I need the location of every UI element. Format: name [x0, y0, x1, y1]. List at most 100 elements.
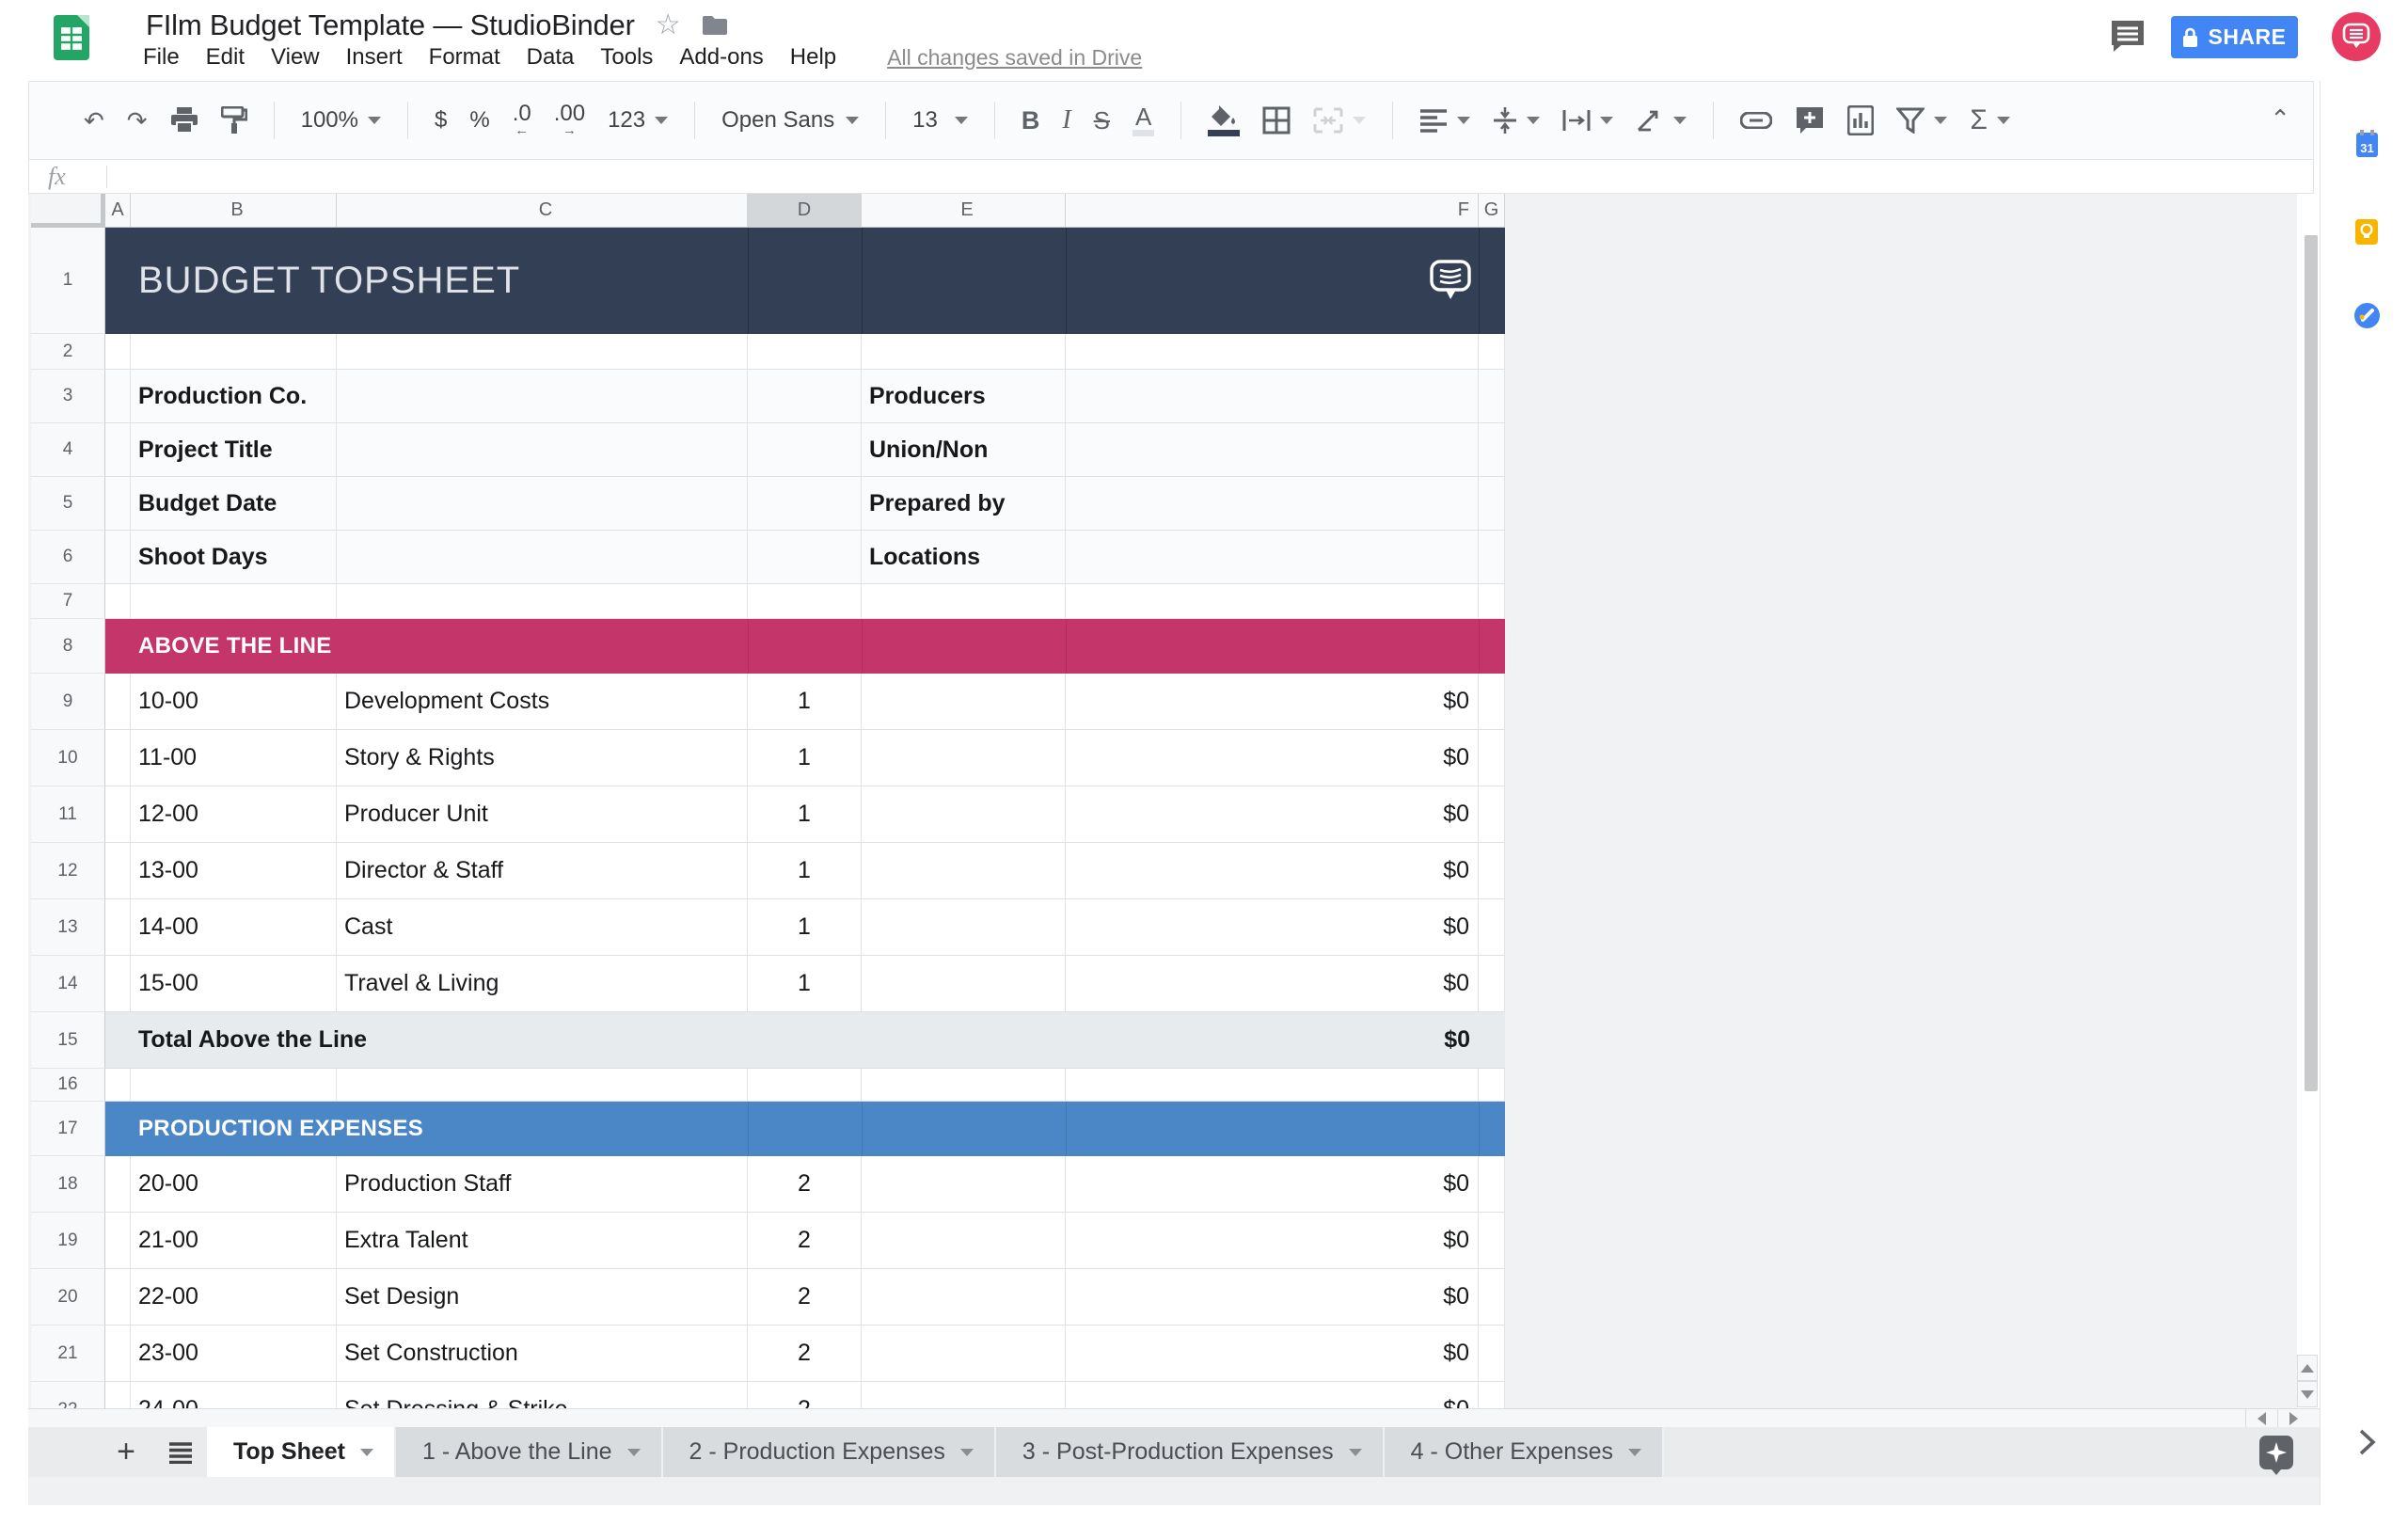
cell-label[interactable]: Producers [862, 370, 1066, 423]
cell[interactable] [1479, 674, 1505, 730]
cell[interactable] [105, 786, 131, 843]
cell[interactable] [1479, 786, 1505, 843]
cell[interactable] [1479, 477, 1505, 531]
cell-account-code[interactable]: 20-00 [131, 1156, 337, 1213]
row-header[interactable]: 16 [31, 1069, 105, 1102]
decrease-decimal-button[interactable]: .0← [501, 94, 543, 147]
cell-category[interactable]: Story & Rights [337, 730, 748, 786]
row-header[interactable]: 18 [31, 1156, 105, 1213]
cell[interactable] [748, 584, 862, 619]
cell-account-code[interactable]: 11-00 [131, 730, 337, 786]
cell-label[interactable]: Shoot Days [131, 531, 337, 584]
cell[interactable] [1066, 531, 1479, 584]
row-header[interactable]: 11 [31, 786, 105, 843]
cell[interactable] [748, 531, 862, 584]
star-icon[interactable]: ☆ [656, 11, 681, 40]
cell[interactable] [862, 1326, 1066, 1382]
more-formats-button[interactable]: 123 [596, 94, 679, 147]
cell[interactable] [1479, 370, 1505, 423]
cell[interactable] [862, 1156, 1066, 1213]
cell-amount[interactable]: $0 [1066, 674, 1479, 730]
cell-page[interactable]: 1 [748, 899, 862, 956]
menu-help[interactable]: Help [790, 44, 836, 71]
cell-account-code[interactable]: 22-00 [131, 1269, 337, 1326]
cell[interactable] [105, 334, 131, 370]
cell-category[interactable]: Producer Unit [337, 786, 748, 843]
menu-addons[interactable]: Add-ons [679, 44, 763, 71]
cell-page[interactable]: 2 [748, 1156, 862, 1213]
italic-button[interactable]: I [1051, 94, 1082, 147]
scroll-right-button[interactable] [2277, 1409, 2308, 1427]
cell[interactable] [131, 334, 337, 370]
row-header[interactable]: 2 [31, 334, 105, 370]
cell[interactable] [862, 843, 1066, 899]
column-header-a[interactable]: A [105, 194, 131, 228]
cell-label[interactable]: Prepared by [862, 477, 1066, 531]
zoom-select[interactable]: 100% [290, 94, 392, 147]
row-header[interactable]: 6 [31, 531, 105, 584]
cell-category[interactable]: Director & Staff [337, 843, 748, 899]
cell[interactable] [748, 370, 862, 423]
document-title[interactable]: FIlm Budget Template — StudioBinder [146, 8, 635, 42]
menu-insert[interactable]: Insert [346, 44, 403, 71]
column-header-d[interactable]: D [748, 194, 862, 228]
cell-label[interactable]: Locations [862, 531, 1066, 584]
format-currency-button[interactable]: $ [423, 94, 458, 147]
cell[interactable] [105, 674, 131, 730]
cell[interactable] [105, 423, 131, 477]
cell[interactable] [105, 531, 131, 584]
cell-account-code[interactable]: 10-00 [131, 674, 337, 730]
fill-color-button[interactable] [1196, 94, 1251, 147]
tab-top-sheet[interactable]: Top Sheet [207, 1427, 394, 1477]
cell-page[interactable]: 2 [748, 1326, 862, 1382]
cell-page[interactable]: 1 [748, 956, 862, 1012]
insert-comment-button[interactable] [1783, 94, 1836, 147]
cell[interactable] [105, 843, 131, 899]
cell-label[interactable]: Budget Date [131, 477, 337, 531]
cell[interactable] [1479, 1269, 1505, 1326]
cell-category[interactable]: Development Costs [337, 674, 748, 730]
cell[interactable] [131, 584, 337, 619]
cell[interactable] [748, 1069, 862, 1102]
cell-category[interactable]: Set Dressing & Strike [337, 1382, 748, 1408]
text-rotation-button[interactable] [1624, 94, 1698, 147]
paint-format-button[interactable] [210, 94, 259, 147]
cell-category[interactable]: Set Construction [337, 1326, 748, 1382]
select-all-corner[interactable] [31, 194, 105, 228]
cell[interactable] [105, 477, 131, 531]
cell[interactable] [337, 531, 748, 584]
format-percent-button[interactable]: % [458, 94, 500, 147]
cell[interactable] [105, 1382, 131, 1408]
cell-account-code[interactable]: 21-00 [131, 1213, 337, 1269]
cell-page[interactable]: 1 [748, 843, 862, 899]
studiobinder-avatar[interactable] [2332, 12, 2381, 61]
cell-page[interactable]: 2 [748, 1269, 862, 1326]
cell-category[interactable]: Extra Talent [337, 1213, 748, 1269]
increase-decimal-button[interactable]: .00→ [543, 94, 596, 147]
cell[interactable] [105, 1269, 131, 1326]
cell[interactable] [105, 956, 131, 1012]
cell[interactable] [1066, 584, 1479, 619]
cell[interactable] [1066, 334, 1479, 370]
cell[interactable] [862, 730, 1066, 786]
cell[interactable] [1479, 423, 1505, 477]
filter-button[interactable] [1885, 94, 1958, 147]
column-header-c[interactable]: C [337, 194, 748, 228]
strikethrough-button[interactable]: S [1083, 94, 1121, 147]
cell-page[interactable]: 2 [748, 1213, 862, 1269]
cell[interactable] [337, 1069, 748, 1102]
cell[interactable] [337, 584, 748, 619]
cell[interactable] [862, 1382, 1066, 1408]
bold-button[interactable]: B [1010, 94, 1052, 147]
borders-button[interactable] [1251, 94, 1302, 147]
comment-bubble-icon[interactable] [1430, 260, 1471, 305]
cell[interactable] [1479, 899, 1505, 956]
cell[interactable] [862, 1213, 1066, 1269]
cell[interactable] [105, 1326, 131, 1382]
formula-bar[interactable]: fx [28, 160, 2314, 194]
cell-category[interactable]: Travel & Living [337, 956, 748, 1012]
cell-page[interactable]: 2 [748, 1382, 862, 1408]
insert-link-button[interactable] [1729, 94, 1783, 147]
cell[interactable] [1479, 531, 1505, 584]
comments-icon[interactable] [2110, 19, 2146, 57]
